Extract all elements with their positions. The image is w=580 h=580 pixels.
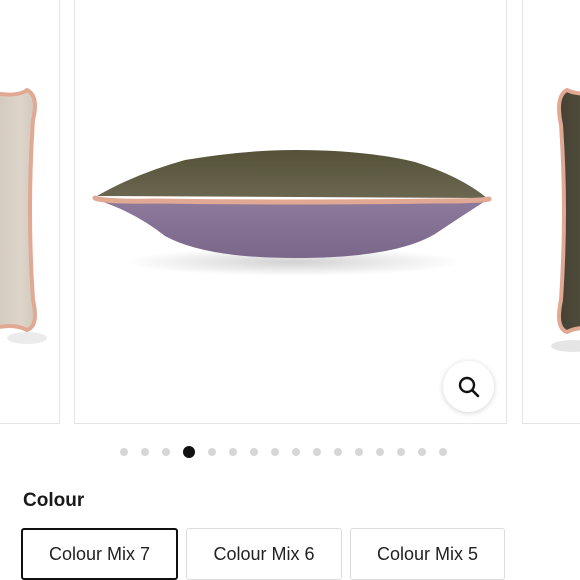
magnifier-icon [458, 376, 479, 397]
pagination-dot-active[interactable] [183, 446, 195, 458]
pagination-dot[interactable] [162, 448, 170, 456]
pagination-dot[interactable] [292, 448, 300, 456]
gallery-pagination [120, 446, 447, 458]
pagination-dot[interactable] [334, 448, 342, 456]
cushion-image-beige [0, 87, 47, 344]
pagination-dot[interactable] [313, 448, 321, 456]
pagination-dot[interactable] [250, 448, 258, 456]
gallery-slide-previous[interactable] [0, 0, 60, 424]
pagination-dot[interactable] [439, 448, 447, 456]
gallery-slide-main[interactable] [74, 0, 507, 424]
gallery-slide-next[interactable] [522, 0, 580, 424]
pagination-dot[interactable] [120, 448, 128, 456]
pagination-dot[interactable] [208, 448, 216, 456]
pagination-dot[interactable] [141, 448, 149, 456]
pagination-dot[interactable] [418, 448, 426, 456]
pagination-dot[interactable] [397, 448, 405, 456]
pagination-dot[interactable] [229, 448, 237, 456]
colour-option-mix-7[interactable]: Colour Mix 7 [21, 528, 178, 580]
cushion-image-main [92, 150, 492, 276]
pagination-dot[interactable] [355, 448, 363, 456]
pagination-dot[interactable] [376, 448, 384, 456]
colour-heading: Colour [23, 490, 85, 511]
cushion-image-olive [551, 87, 580, 352]
pagination-dot[interactable] [271, 448, 279, 456]
colour-option-mix-5[interactable]: Colour Mix 5 [350, 528, 505, 580]
colour-option-mix-6[interactable]: Colour Mix 6 [186, 528, 342, 580]
colour-options: Colour Mix 7 Colour Mix 6 Colour Mix 5 [21, 528, 505, 580]
zoom-button[interactable] [443, 361, 494, 412]
